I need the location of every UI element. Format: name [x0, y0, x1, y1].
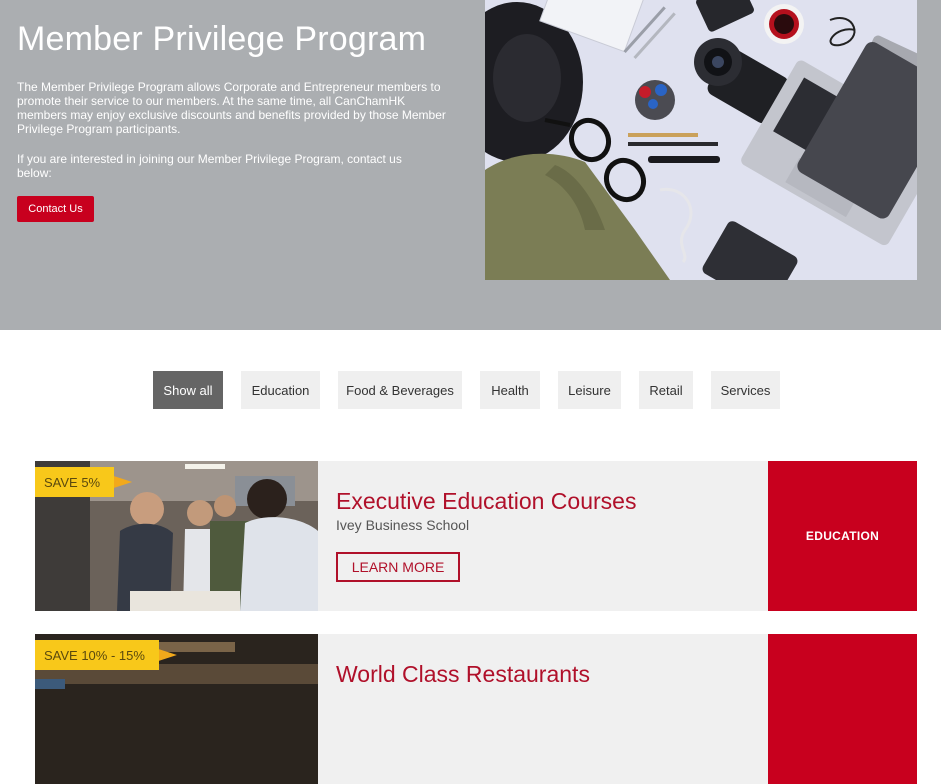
filter-health[interactable]: Health — [480, 371, 540, 409]
page-title: Member Privilege Program — [17, 20, 427, 58]
category-filters: Show all Education Food & Beverages Heal… — [0, 371, 941, 409]
card-category[interactable]: EDUCATION — [768, 461, 917, 611]
discount-badge: SAVE 10% - 15% — [35, 640, 177, 670]
discount-text: SAVE 10% - 15% — [35, 640, 159, 670]
contact-us-button[interactable]: Contact Us — [17, 196, 94, 222]
card-subtitle: Ivey Business School — [336, 517, 470, 533]
hero-image — [485, 0, 917, 280]
filter-food-beverages[interactable]: Food & Beverages — [338, 371, 462, 409]
card-title[interactable]: World Class Restaurants — [336, 661, 590, 688]
flatlay-illustration — [485, 0, 917, 280]
privilege-card: SAVE 5% Executive Education Courses Ivey… — [35, 461, 917, 611]
privilege-card: SAVE 10% - 15% World Class Restaurants — [35, 634, 917, 784]
filter-leisure[interactable]: Leisure — [558, 371, 621, 409]
card-photo: SAVE 10% - 15% — [35, 634, 318, 784]
learn-more-button[interactable]: LEARN MORE — [336, 552, 460, 582]
filter-services[interactable]: Services — [711, 371, 780, 409]
filter-retail[interactable]: Retail — [639, 371, 693, 409]
hero-contact-note: If you are interested in joining our Mem… — [17, 152, 402, 180]
filter-education[interactable]: Education — [241, 371, 320, 409]
discount-badge: SAVE 5% — [35, 467, 133, 497]
card-title[interactable]: Executive Education Courses — [336, 488, 636, 515]
hero-description: The Member Privilege Program allows Corp… — [17, 80, 446, 136]
hero-section: Member Privilege Program The Member Priv… — [0, 0, 941, 330]
card-photo: SAVE 5% — [35, 461, 318, 611]
filter-show-all[interactable]: Show all — [153, 371, 223, 409]
discount-text: SAVE 5% — [35, 467, 115, 497]
card-category[interactable] — [768, 634, 917, 784]
